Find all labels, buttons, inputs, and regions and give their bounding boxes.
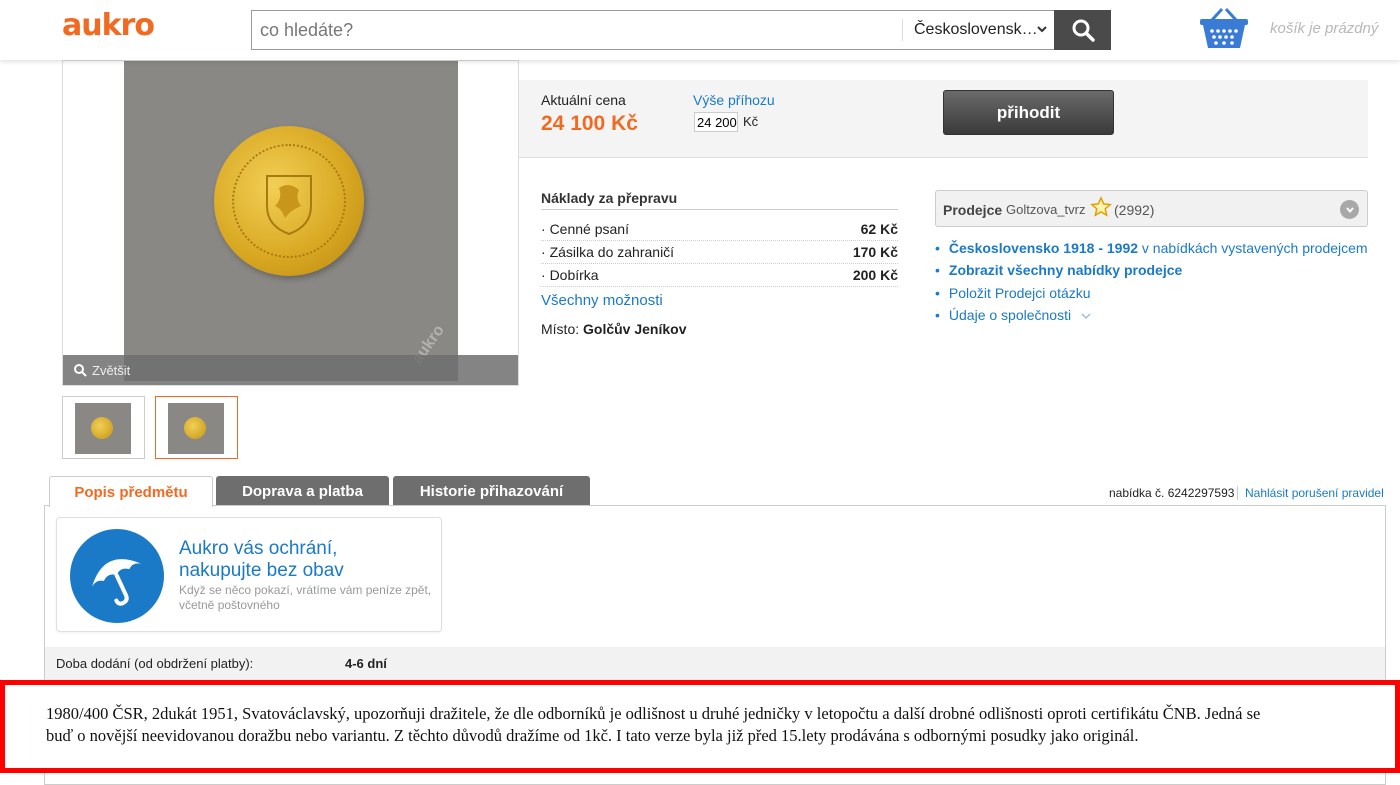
chevron-down-icon: [1081, 313, 1091, 319]
search-button[interactable]: [1054, 10, 1111, 50]
item-photo[interactable]: aukro: [124, 61, 458, 381]
coin-image: [214, 126, 364, 276]
category-select[interactable]: Československ…: [902, 19, 1054, 41]
bid-amount-label[interactable]: Výše příhozu: [693, 92, 775, 108]
shipping-price: 200 Kč: [852, 267, 898, 283]
seller-all-offers-link[interactable]: • Zobrazit všechny nabídky prodejce: [935, 262, 1182, 278]
category-select-value: Československ…: [914, 21, 1038, 38]
star-icon: [1090, 196, 1112, 217]
protection-headline-line1: Aukro vás ochrání,: [179, 538, 338, 559]
bid-currency: Kč: [743, 114, 759, 129]
location-label: Místo:: [541, 321, 580, 337]
offer-number: nabídka č. 6242297593: [1109, 486, 1235, 500]
current-price-label: Aktuální cena: [541, 92, 626, 108]
basket-label[interactable]: košík je prázdný: [1270, 20, 1378, 37]
current-price-value: 24 100 Kč: [541, 112, 638, 135]
site-header: aukro Československ… košík je prázdný: [0, 0, 1400, 60]
buyer-protection-banner[interactable]: Aukro vás ochrání, nakupujte bez obav Kd…: [56, 517, 442, 632]
main-image-panel[interactable]: aukro Zvětšit: [62, 60, 519, 386]
delivery-time-row: Doba dodání (od obdržení platby): 4-6 dn…: [45, 647, 1385, 681]
tab-shipping-payment[interactable]: Doprava a platba: [216, 476, 389, 506]
bullet: •: [935, 285, 940, 301]
seller-rating-count: (2992): [1114, 202, 1155, 218]
magnifier-icon: [74, 364, 87, 377]
ask-seller-link[interactable]: • Položit Prodejci otázku: [935, 285, 1091, 301]
protection-headline-line2: nakupujte bez obav: [179, 560, 344, 581]
umbrella-icon: [70, 529, 164, 623]
seller-expand-toggle[interactable]: [1340, 200, 1359, 219]
shipping-row: · Zásilka do zahraničí 170 Kč: [541, 242, 898, 264]
ask-seller-label: Položit Prodejci otázku: [948, 285, 1091, 301]
item-location: Místo: Golčův Jeníkov: [541, 321, 687, 337]
shipping-price: 170 Kč: [852, 244, 898, 260]
location-value: Golčův Jeníkov: [583, 321, 687, 337]
search-icon: [1072, 19, 1095, 42]
lion-emblem: [266, 175, 312, 236]
company-info-label: Údaje o společnosti: [948, 307, 1072, 323]
price-panel: Aktuální cena 24 100 Kč Výše příhozu Kč …: [519, 80, 1368, 158]
thumbnail-coin: [184, 417, 206, 439]
item-description-highlight: 1980/400 ČSR, 2dukát 1951, Svatováclavsk…: [0, 680, 1400, 773]
tab-bid-history[interactable]: Historie přihazování: [393, 476, 590, 506]
thumbnail-photo: [168, 403, 224, 454]
protection-headline: Aukro vás ochrání, nakupujte bez obav: [179, 538, 344, 582]
seller-name[interactable]: Goltzova_tvrz: [1006, 202, 1085, 217]
zoom-button[interactable]: Zvětšit: [63, 355, 518, 385]
seller-category-name: Československo 1918 - 1992: [948, 240, 1139, 256]
report-violation-link[interactable]: Nahlásit porušení pravidel: [1237, 486, 1384, 500]
description-line: buď o novější neevidovanou doražbu nebo …: [46, 726, 1139, 745]
company-info-link[interactable]: • Údaje o společnosti: [935, 307, 1091, 323]
chevron-down-icon: [1345, 206, 1354, 213]
bid-amount-input[interactable]: [694, 112, 738, 132]
thumbnail-1[interactable]: [62, 396, 145, 459]
search-bar: Československ…: [251, 10, 1054, 50]
bullet: •: [935, 240, 940, 256]
shipping-row: · Cenné psaní 62 Kč: [541, 219, 898, 241]
chevron-down-icon: [1036, 22, 1048, 38]
zoom-label: Zvětšit: [92, 362, 131, 378]
shipping-price: 62 Kč: [860, 221, 898, 237]
protection-subtext-line2: včetně poštovného: [179, 598, 280, 612]
seller-category-rest: v nabídkách vystavených prodejcem: [1138, 240, 1368, 256]
delivery-time-value: 4-6 dní: [345, 656, 387, 671]
seller-label: Prodejce: [943, 202, 1003, 218]
shipping-title: Náklady za přepravu: [541, 190, 898, 210]
aukro-logo[interactable]: aukro: [62, 8, 155, 43]
bullet: •: [935, 307, 940, 323]
protection-subtext: Když se něco pokazí, vrátíme vám peníze …: [179, 583, 439, 613]
thumbnail-coin: [91, 417, 113, 439]
item-description-text: 1980/400 ČSR, 2dukát 1951, Svatováclavsk…: [46, 703, 1366, 747]
seller-all-offers-label: Zobrazit všechny nabídky prodejce: [948, 262, 1183, 278]
delivery-time-label: Doba dodání (od obdržení platby):: [56, 656, 254, 671]
description-line: 1980/400 ČSR, 2dukát 1951, Svatováclavsk…: [46, 704, 1261, 723]
shipping-row: · Dobírka 200 Kč: [541, 265, 898, 287]
bullet: •: [935, 262, 940, 278]
basket-icon[interactable]: [1198, 6, 1250, 50]
seller-box[interactable]: Prodejce Goltzova_tvrz (2992): [935, 190, 1368, 227]
search-input[interactable]: [252, 11, 900, 49]
thumbnail-photo: [75, 403, 131, 454]
place-bid-button[interactable]: přihodit: [943, 90, 1114, 135]
seller-category-link[interactable]: • Československo 1918 - 1992 v nabídkách …: [935, 240, 1368, 256]
shipping-method: · Dobírka: [541, 267, 599, 283]
tab-description[interactable]: Popis předmětu: [49, 476, 213, 507]
thumbnail-2[interactable]: [155, 396, 238, 459]
shipping-method: · Zásilka do zahraničí: [541, 244, 675, 260]
all-shipping-options-link[interactable]: Všechny možnosti: [541, 292, 663, 309]
protection-subtext-line1: Když se něco pokazí, vrátíme vám peníze …: [179, 583, 432, 597]
shipping-method: · Cenné psaní: [541, 221, 629, 237]
